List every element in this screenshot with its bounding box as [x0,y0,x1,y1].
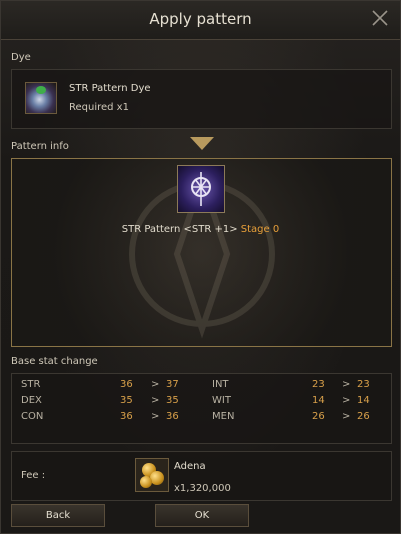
fee-label: Fee : [21,470,46,481]
stat-arrow: > [151,379,160,390]
stat-from: 35 [120,395,133,406]
dye-bottle-icon[interactable] [25,82,57,114]
pattern-emblem-icon[interactable] [177,165,225,213]
stat-to: 14 [357,395,370,406]
pattern-stage: Stage 0 [240,224,280,235]
stat-name: INT [212,379,229,390]
stat-change-panel [11,373,392,444]
stat-arrow: > [342,379,351,390]
stat-to: 23 [357,379,370,390]
stat-name: DEX [21,395,42,406]
base-stat-section-label: Base stat change [11,356,98,367]
stat-arrow: > [151,411,160,422]
stat-arrow: > [151,395,160,406]
pattern-description: STR Pattern <STR +1> Stage 0 [1,224,400,235]
adena-coins-icon[interactable] [135,458,169,492]
close-icon[interactable] [370,9,390,29]
stat-from: 23 [312,379,325,390]
stat-name: STR [21,379,41,390]
stat-from: 36 [120,411,133,422]
stat-to: 36 [166,411,179,422]
window-title: Apply pattern [149,10,252,28]
stat-arrow: > [342,395,351,406]
dye-requirement: Required x1 [69,102,129,113]
fee-currency: Adena [174,461,206,472]
dye-item-name: STR Pattern Dye [69,83,151,94]
ok-button[interactable]: OK [155,504,249,527]
fee-amount: x1,320,000 [174,483,231,494]
stat-to: 26 [357,411,370,422]
dye-panel [11,69,392,129]
pattern-section-label: Pattern info [11,141,69,152]
back-button[interactable]: Back [11,504,105,527]
pattern-name: STR Pattern <STR +1> [121,224,238,235]
stat-name: MEN [212,411,235,422]
stat-arrow: > [342,411,351,422]
dye-section-label: Dye [11,52,31,63]
stat-from: 14 [312,395,325,406]
stat-to: 37 [166,379,179,390]
stat-from: 26 [312,411,325,422]
down-arrow-icon [190,137,214,150]
stat-from: 36 [120,379,133,390]
apply-pattern-window: Apply pattern Dye STR Pattern Dye Requir… [0,0,401,534]
title-bar[interactable]: Apply pattern [1,1,400,40]
stat-name: CON [21,411,44,422]
stat-to: 35 [166,395,179,406]
stat-name: WIT [212,395,231,406]
